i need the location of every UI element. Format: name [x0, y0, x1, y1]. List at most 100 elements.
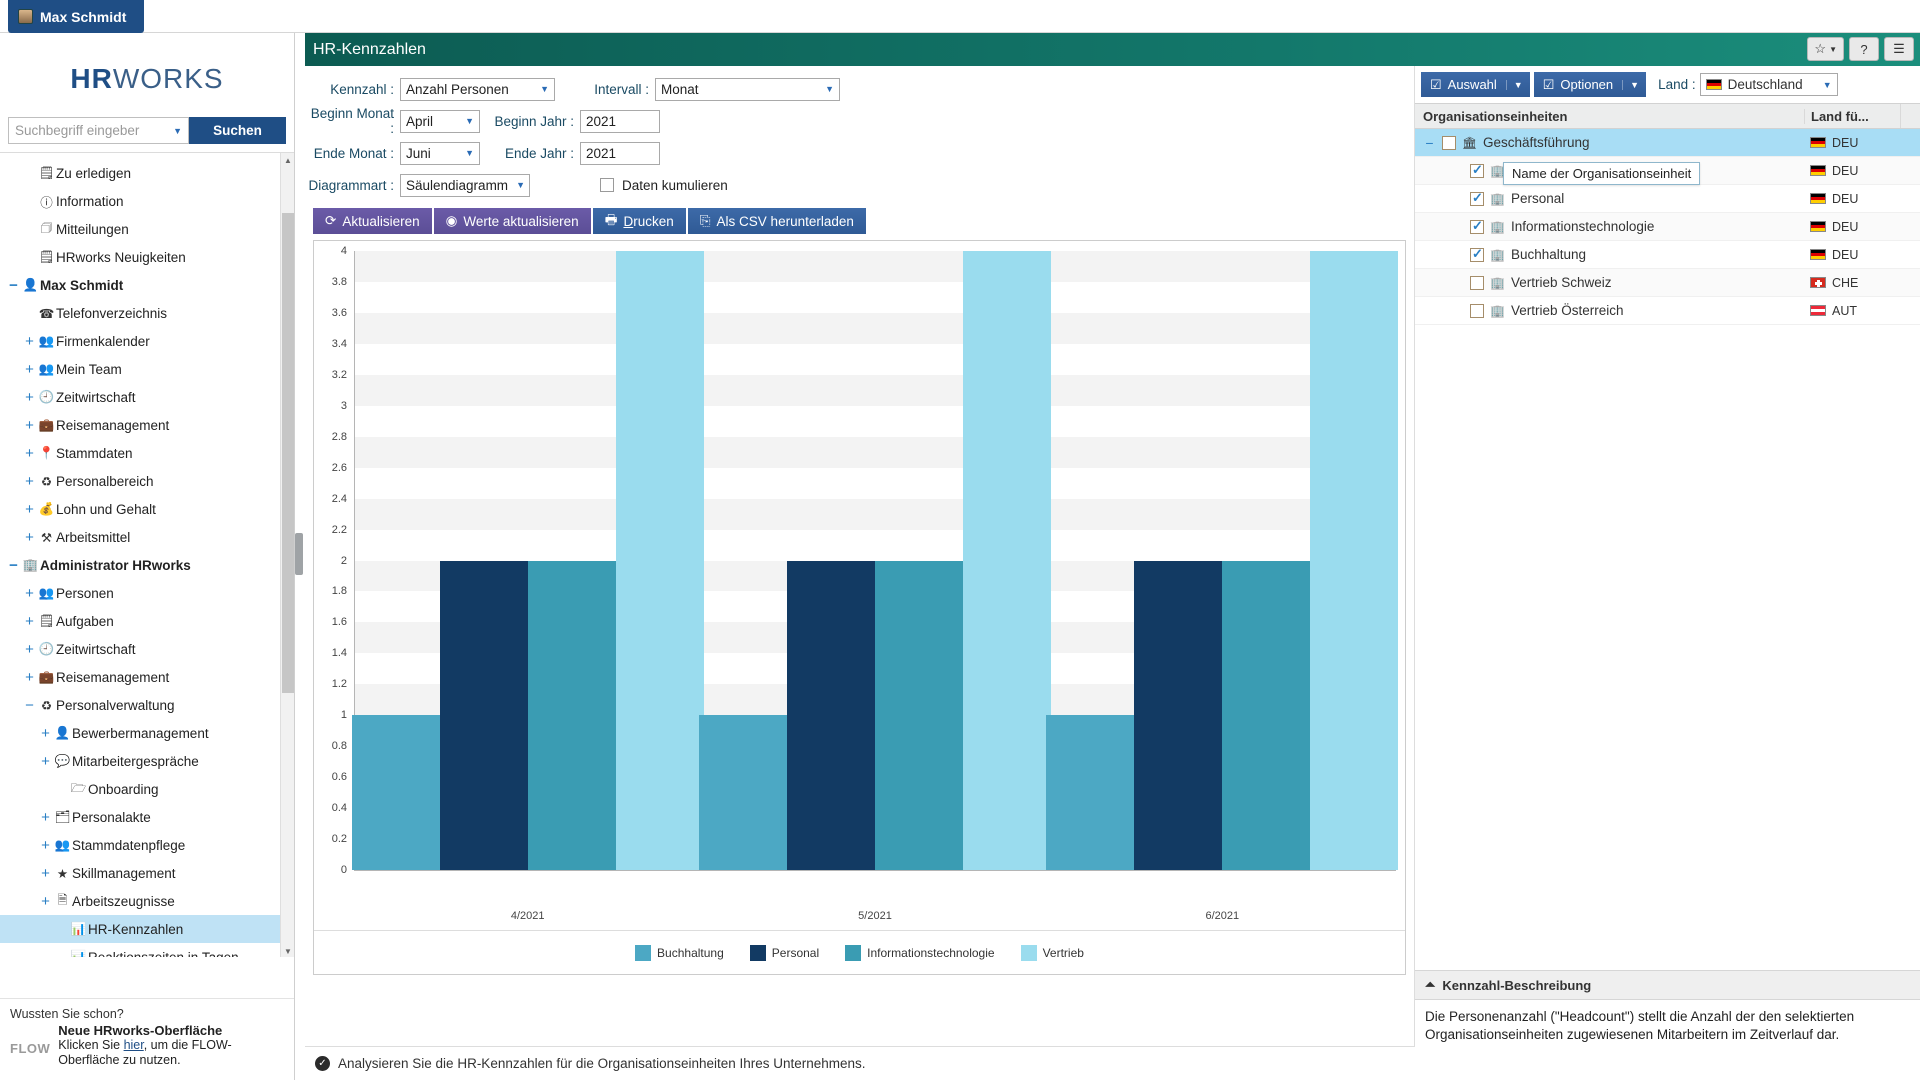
scroll-down-icon[interactable]: ▼ [281, 944, 294, 957]
sidebar-item-reisemanagement[interactable]: + 💼 Reisemanagement [0, 663, 294, 691]
org-unit-checkbox[interactable] [1470, 218, 1484, 234]
sidebar-item-information[interactable]: ⓘ Information [0, 187, 294, 215]
diagrammart-select[interactable]: Säulendiagramm ▼ [400, 173, 530, 197]
expand-icon[interactable]: + [22, 530, 37, 545]
collapse-icon[interactable]: − [1423, 136, 1436, 150]
expand-icon[interactable]: + [22, 362, 37, 377]
update-values-button[interactable]: ◉ Werte aktualisieren [433, 208, 591, 234]
legend-item[interactable]: Buchhaltung [635, 944, 724, 961]
sidebar-item-zu-erledigen[interactable]: 🗒 Zu erledigen [0, 159, 294, 187]
sidebar-item-lohn-und-gehalt[interactable]: + 💰 Lohn und Gehalt [0, 495, 294, 523]
org-unit-checkbox[interactable] [1470, 190, 1484, 206]
sidebar-item-zeitwirtschaft[interactable]: + 🕘 Zeitwirtschaft [0, 635, 294, 663]
sidebar-item-skillmanagement[interactable]: + ★ Skillmanagement [0, 859, 294, 887]
legend-item[interactable]: Informationstechnologie [845, 944, 995, 961]
expand-icon[interactable]: + [38, 838, 53, 853]
chart-bar[interactable] [1046, 715, 1135, 870]
sidebar-item-arbeitszeugnisse[interactable]: + 🗎 Arbeitszeugnisse [0, 887, 294, 915]
chart-bar[interactable] [1310, 251, 1399, 870]
land-select[interactable]: Deutschland ▼ [1699, 73, 1838, 96]
sidebar-item-reisemanagement[interactable]: + 💼 Reisemanagement [0, 411, 294, 439]
collapse-icon[interactable]: − [6, 558, 21, 573]
expand-icon[interactable]: + [22, 614, 37, 629]
chart-bar[interactable] [787, 560, 875, 870]
sidebar-item-personalbereich[interactable]: + ♻ Personalbereich [0, 467, 294, 495]
chart-bar[interactable] [1134, 560, 1223, 870]
search-button[interactable]: Suchen [189, 117, 286, 144]
sidebar-item-max-schmidt[interactable]: − 👤 Max Schmidt [0, 271, 294, 299]
collapse-icon[interactable]: ⏶ [1425, 977, 1435, 993]
ende-monat-select[interactable]: Juni ▼ [400, 141, 480, 165]
org-unit-checkbox[interactable] [1442, 135, 1456, 150]
intervall-select[interactable]: Monat ▼ [655, 77, 840, 101]
chart-bar[interactable] [1222, 560, 1311, 870]
beginn-jahr-input[interactable]: 2021 [580, 109, 660, 133]
org-unit-checkbox[interactable] [1470, 275, 1484, 290]
sidebar-item-onboarding[interactable]: 🗁 Onboarding [0, 775, 294, 803]
table-row[interactable]: 🏢VertriebName der Organisationseinheit DE… [1415, 157, 1920, 185]
sidebar-item-stammdatenpflege[interactable]: + 👥 Stammdatenpflege [0, 831, 294, 859]
expand-icon[interactable]: + [38, 810, 53, 825]
sidebar-item-telefonverzeichnis[interactable]: ☎ Telefonverzeichnis [0, 299, 294, 327]
sidebar-item-mitarbeitergespräche[interactable]: + 💬 Mitarbeitergespräche [0, 747, 294, 775]
table-row[interactable]: 🏢 Personal DEU [1415, 185, 1920, 213]
chevron-down-icon[interactable]: ▼ [1622, 79, 1646, 90]
beginn-monat-select[interactable]: April ▼ [400, 109, 480, 133]
scroll-up-icon[interactable]: ▲ [281, 153, 294, 167]
sidebar-item-mein-team[interactable]: + 👥 Mein Team [0, 355, 294, 383]
table-row[interactable]: 🏢 Buchhaltung DEU [1415, 241, 1920, 269]
chart-bar[interactable] [615, 251, 704, 870]
help-button[interactable]: ? [1849, 37, 1879, 61]
favorite-button[interactable]: ☆ ▼ [1807, 37, 1844, 61]
ende-jahr-input[interactable]: 2021 [580, 141, 660, 165]
expand-icon[interactable]: + [22, 334, 37, 349]
sidebar-item-hrworks-neuigkeiten[interactable]: 🗒 HRworks Neuigkeiten [0, 243, 294, 271]
expand-icon[interactable]: + [22, 670, 37, 685]
expand-icon[interactable]: + [22, 474, 37, 489]
sidebar-item-reaktionszeiten-in-tagen[interactable]: 📊 Reaktionszeiten in Tagen [0, 943, 294, 958]
legend-item[interactable]: Personal [749, 944, 819, 961]
sidebar-item-administrator-hrworks[interactable]: − 🏢 Administrator HRworks [0, 551, 294, 579]
column-header-name[interactable]: Organisationseinheiten [1415, 109, 1804, 124]
expand-icon[interactable]: + [22, 418, 37, 433]
column-header-country[interactable]: Land fü... [1804, 108, 1900, 124]
sidebar-item-personalakte[interactable]: + 🗂 Personalakte [0, 803, 294, 831]
scrollbar-thumb[interactable] [282, 213, 294, 693]
chevron-down-icon[interactable]: ▼ [1505, 79, 1530, 90]
legend-item[interactable]: Vertrieb [1020, 944, 1084, 961]
sidebar-item-aufgaben[interactable]: + 🗒 Aufgaben [0, 607, 294, 635]
optionen-button[interactable]: ☑ Optionen ▼ [1533, 72, 1647, 97]
auswahl-button[interactable]: ☑ Auswahl ▼ [1421, 72, 1530, 97]
org-unit-checkbox[interactable] [1470, 303, 1484, 318]
sidebar-item-firmenkalender[interactable]: + 👥 Firmenkalender [0, 327, 294, 355]
chevron-down-icon[interactable]: ▼ [173, 126, 182, 136]
chart-bar[interactable] [527, 560, 616, 870]
org-unit-checkbox[interactable] [1470, 246, 1484, 262]
expand-icon[interactable]: + [38, 726, 53, 741]
expand-icon[interactable]: + [38, 894, 53, 909]
sidebar-item-mitteilungen[interactable]: 🗇 Mitteilungen [0, 215, 294, 243]
collapse-icon[interactable]: − [22, 698, 37, 713]
splitter-grip[interactable] [295, 533, 303, 575]
expand-icon[interactable]: + [22, 446, 37, 461]
collapse-icon[interactable]: − [6, 278, 21, 293]
table-row[interactable]: 🏢 Vertrieb Schweiz CHE [1415, 269, 1920, 297]
org-unit-checkbox[interactable] [1470, 162, 1484, 178]
sidebar-item-hr-kennzahlen[interactable]: 📊 HR-Kennzahlen [0, 915, 294, 943]
chart-bar[interactable] [875, 560, 963, 870]
table-row[interactable]: 🏢 Vertrieb Österreich AUT [1415, 297, 1920, 325]
table-row[interactable]: 🏢 Informationstechnologie DEU [1415, 213, 1920, 241]
chart-bar[interactable] [439, 560, 528, 870]
panel-splitter[interactable] [295, 33, 305, 1080]
sidebar-item-personen[interactable]: + 👥 Personen [0, 579, 294, 607]
sidebar-item-bewerbermanagement[interactable]: + 👤 Bewerbermanagement [0, 719, 294, 747]
sidebar-item-stammdaten[interactable]: + 📍 Stammdaten [0, 439, 294, 467]
kennzahl-select[interactable]: Anzahl Personen ▼ [400, 77, 555, 101]
sidebar-item-personalverwaltung[interactable]: − ♻ Personalverwaltung [0, 691, 294, 719]
chart-bar[interactable] [351, 715, 440, 870]
expand-icon[interactable]: + [22, 586, 37, 601]
search-input[interactable]: Suchbegriff eingeber ▼ [8, 117, 189, 144]
flow-link[interactable]: hier [124, 1038, 144, 1052]
table-row[interactable]: − 🏛 Geschäftsführung DEU [1415, 129, 1920, 157]
expand-icon[interactable]: + [22, 642, 37, 657]
